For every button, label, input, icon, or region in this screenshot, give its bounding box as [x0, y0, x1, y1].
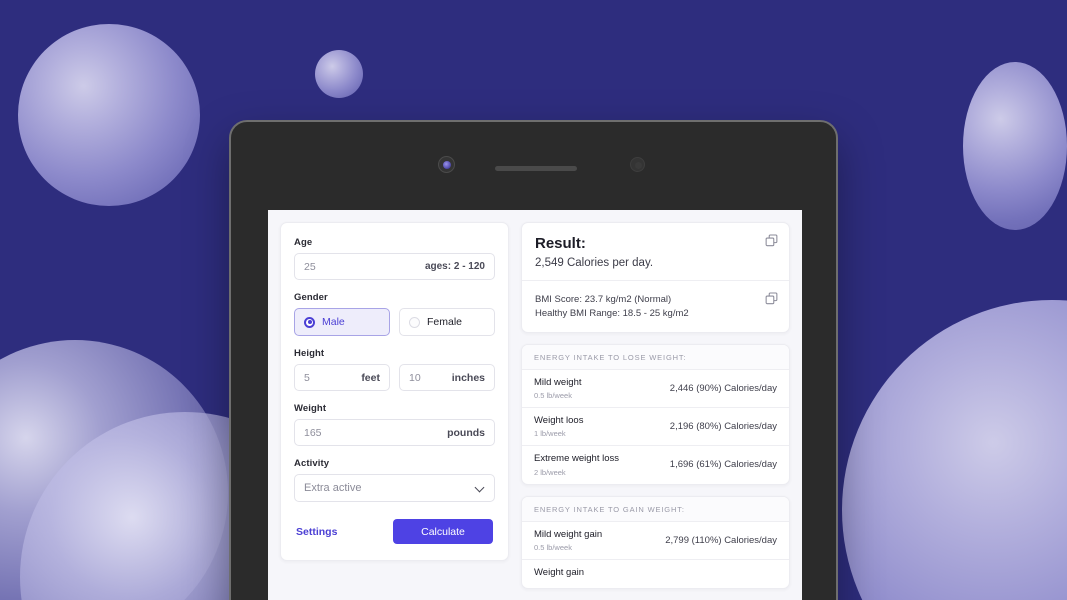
gender-field-group: Gender Male Female [294, 292, 495, 336]
row-value: 2,799 (110%) Calories/day [665, 534, 777, 546]
gender-option-male-label: Male [322, 316, 345, 328]
copy-icon[interactable] [765, 292, 778, 305]
decorative-sphere [18, 24, 200, 206]
row-label: Weight gain [534, 567, 584, 581]
radio-selected-icon [304, 316, 315, 328]
row-rate: 2 lb/week [534, 467, 566, 477]
height-field-group: Height 5 feet 10 inches [294, 348, 495, 391]
radio-unselected-icon [409, 316, 420, 328]
results-column: Result: 2,549 Calories per day. BMI Scor… [521, 222, 790, 590]
row-value: 1,696 (61%) Calories/day [669, 459, 777, 471]
copy-icon[interactable] [765, 234, 778, 247]
chevron-down-icon [475, 483, 485, 493]
age-field-group: Age 25 ages: 2 - 120 [294, 237, 495, 280]
sensor-inner [635, 162, 642, 169]
table-row: Extreme weight loss 2 lb/week 1,696 (61%… [522, 445, 789, 483]
row-rate: 0.5 lb/week [534, 542, 572, 552]
height-inputs-row: 5 feet 10 inches [294, 364, 495, 391]
weight-field-group: Weight 165 pounds [294, 403, 495, 446]
height-label: Height [294, 348, 325, 359]
gender-option-female[interactable]: Female [399, 308, 495, 336]
bmi-healthy-range: Healthy BMI Range: 18.5 - 25 kg/m2 [535, 307, 689, 319]
age-input[interactable]: 25 ages: 2 - 120 [294, 253, 495, 280]
result-bmi-block: BMI Score: 23.7 kg/m2 (Normal) Healthy B… [522, 280, 789, 332]
input-form-card: Age 25 ages: 2 - 120 Gender Male Female … [280, 222, 509, 561]
height-feet-unit: feet [361, 371, 380, 384]
activity-select[interactable]: Extra active [294, 474, 495, 502]
decorative-sphere [842, 300, 1067, 600]
tablet-device-frame: Age 25 ages: 2 - 120 Gender Male Female … [229, 120, 838, 600]
table-row: Weight gain [522, 558, 789, 588]
decorative-sphere [0, 340, 228, 600]
row-name: Mild weight [534, 376, 582, 388]
row-name: Mild weight gain [534, 528, 603, 540]
camera-icon [438, 156, 455, 173]
row-name: Weight loos [534, 414, 584, 426]
lose-weight-table: ENERGY INTAKE TO LOSE WEIGHT: Mild weigh… [521, 343, 790, 485]
gender-option-female-label: Female [427, 316, 463, 328]
calculate-button[interactable]: Calculate [393, 519, 493, 544]
row-name: Weight gain [534, 566, 584, 578]
decorative-sphere [315, 50, 363, 98]
table-row: Mild weight gain 0.5 lb/week 2,799 (110%… [522, 522, 789, 559]
weight-unit: pounds [447, 426, 485, 439]
weight-label: Weight [294, 403, 327, 414]
row-label: Weight loos 1 lb/week [534, 415, 583, 438]
tablet-top-bezel [231, 122, 836, 210]
height-inches-unit: inches [451, 371, 485, 384]
camera-lens [442, 160, 451, 169]
row-label: Mild weight gain 0.5 lb/week [534, 529, 602, 552]
row-rate: 1 lb/week [534, 429, 566, 439]
height-feet-value: 5 [304, 371, 310, 384]
height-inches-input[interactable]: 10 inches [399, 364, 495, 391]
row-label: Extreme weight loss 2 lb/week [534, 453, 619, 476]
bmi-calculator-app: Age 25 ages: 2 - 120 Gender Male Female … [268, 210, 802, 590]
row-value: 2,446 (90%) Calories/day [669, 382, 777, 394]
weight-value: 165 [304, 426, 322, 439]
activity-value: Extra active [304, 482, 362, 494]
settings-link[interactable]: Settings [296, 526, 337, 538]
tablet-screen: Age 25 ages: 2 - 120 Gender Male Female … [268, 210, 802, 600]
proximity-sensor-icon [630, 157, 645, 172]
table-row: Weight loos 1 lb/week 2,196 (80%) Calori… [522, 406, 789, 445]
age-label: Age [294, 237, 313, 248]
gender-option-male[interactable]: Male [294, 308, 390, 336]
height-inches-value: 10 [409, 371, 421, 384]
row-label: Mild weight 0.5 lb/week [534, 377, 582, 400]
height-feet-input[interactable]: 5 feet [294, 364, 390, 391]
result-calories: 2,549 Calories per day. [535, 257, 654, 269]
row-name: Extreme weight loss [534, 453, 620, 465]
activity-label: Activity [294, 458, 330, 469]
screenshot-root: Age 25 ages: 2 - 120 Gender Male Female … [0, 0, 1067, 600]
gain-weight-header: ENERGY INTAKE TO GAIN WEIGHT: [522, 496, 789, 522]
gain-weight-table: ENERGY INTAKE TO GAIN WEIGHT: Mild weigh… [521, 495, 790, 590]
age-value: 25 [304, 260, 316, 273]
result-summary-block: Result: 2,549 Calories per day. [522, 223, 789, 280]
age-hint: ages: 2 - 120 [424, 261, 485, 272]
row-value: 2,196 (80%) Calories/day [669, 421, 777, 433]
gender-label: Gender [294, 292, 328, 303]
activity-field-group: Activity Extra active [294, 458, 495, 502]
table-row: Mild weight 0.5 lb/week 2,446 (90%) Calo… [522, 370, 789, 407]
decorative-sphere [963, 62, 1067, 230]
speaker-grille-icon [495, 166, 577, 171]
weight-input[interactable]: 165 pounds [294, 419, 495, 446]
bmi-score: BMI Score: 23.7 kg/m2 (Normal) [535, 294, 672, 305]
result-card: Result: 2,549 Calories per day. BMI Scor… [521, 222, 790, 333]
result-title: Result: [535, 235, 586, 252]
form-actions: Settings Calculate [294, 519, 495, 544]
row-rate: 0.5 lb/week [534, 390, 572, 400]
lose-weight-header: ENERGY INTAKE TO LOSE WEIGHT: [522, 344, 789, 370]
gender-radio-group: Male Female [294, 308, 495, 336]
